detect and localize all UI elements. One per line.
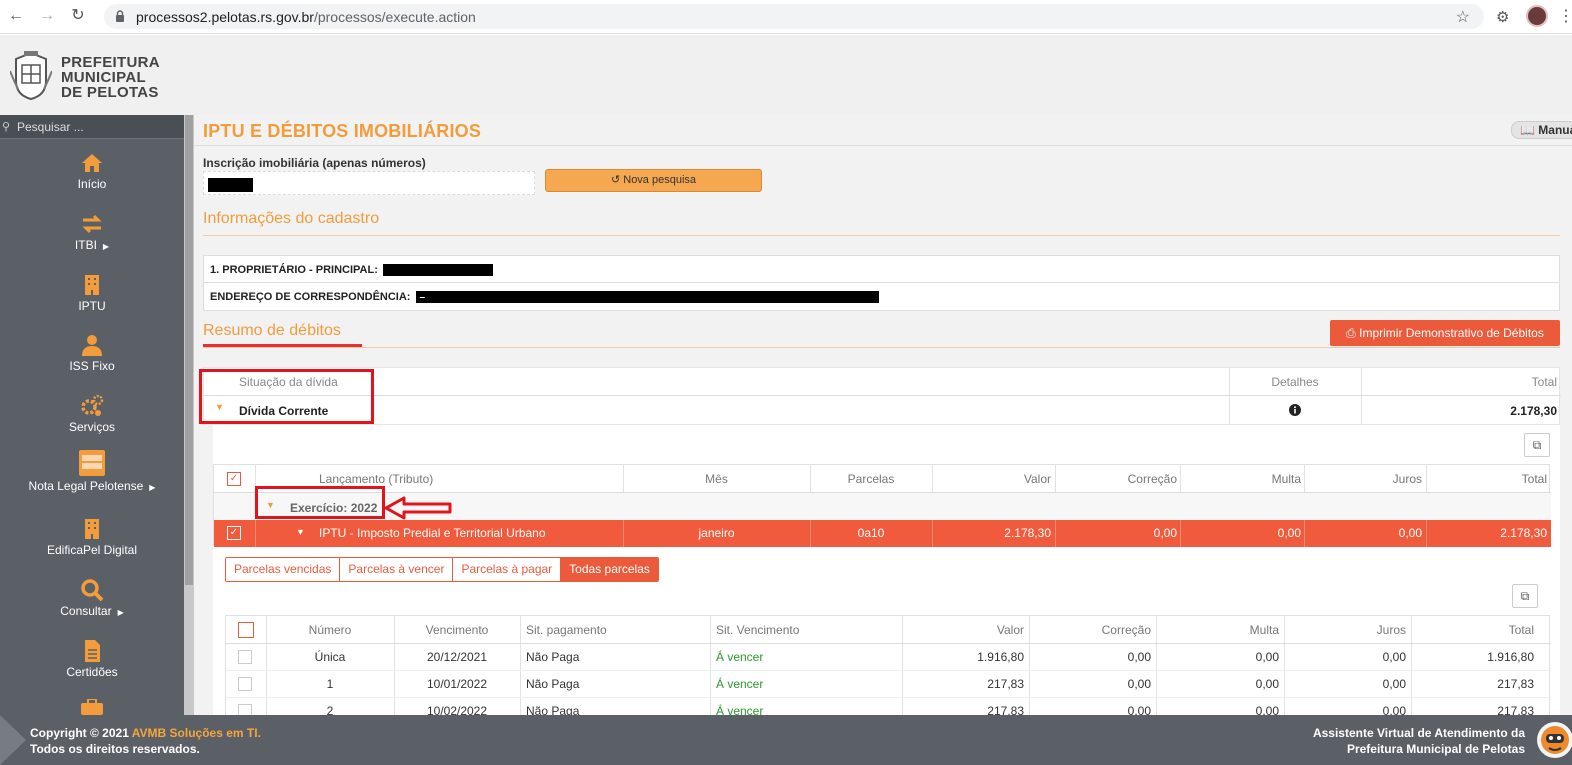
- search-icon: [81, 579, 104, 602]
- info-icon[interactable]: [1289, 404, 1301, 416]
- scrollbar-thumb[interactable]: [185, 115, 193, 585]
- parcelas-header: Número Vencimento Sit. pagamento Sit. Ve…: [226, 616, 1551, 644]
- extensions-puzzle-icon[interactable]: ⚙: [1496, 8, 1509, 26]
- annotation-box-situacao: [199, 369, 374, 424]
- search-icon: ⚲: [2, 121, 11, 133]
- table-row[interactable]: 1 10/01/2022 Não Paga Á vencer 217,83 0,…: [226, 671, 1551, 698]
- sidebar-item-certidoes[interactable]: Certidões: [0, 639, 184, 695]
- parcelas-table: Número Vencimento Sit. pagamento Sit. Ve…: [225, 615, 1551, 715]
- footer-copyright: Copyright © 2021 AVMB Soluções em TI. To…: [30, 726, 261, 756]
- sidebar-search[interactable]: ⚲ Pesquisar ...: [0, 115, 184, 139]
- printer-icon: ⎙: [1346, 326, 1356, 340]
- debitos-table: Situação da dívida Detalhes Total ▼ Dívi…: [203, 367, 1561, 425]
- footer-triangle: [0, 715, 26, 765]
- sidebar-scrollbar[interactable]: [184, 115, 194, 715]
- proprietario-row: 1. PROPRIETÁRIO - PRINCIPAL:: [204, 256, 1559, 283]
- tab-todas-parcelas[interactable]: Todas parcelas: [561, 558, 658, 581]
- row-checkbox[interactable]: ✓: [227, 526, 241, 540]
- document-icon: [85, 640, 100, 662]
- redacted-address: –: [415, 291, 879, 304]
- tab-parcelas-a-pagar[interactable]: Parcelas à pagar: [453, 558, 562, 581]
- row-checkbox[interactable]: [238, 650, 252, 664]
- search-input[interactable]: Pesquisar ...: [17, 120, 84, 134]
- nota-legal-icon: [79, 450, 105, 476]
- annotation-arrow-icon: [384, 496, 452, 520]
- virtual-assistant-bot-icon[interactable]: [1534, 718, 1572, 762]
- bookmark-star-icon[interactable]: ☆: [1456, 7, 1470, 27]
- row-checkbox[interactable]: [238, 677, 252, 691]
- caret-right-icon: ▶: [149, 483, 156, 492]
- company-link[interactable]: AVMB Soluções em TI.: [132, 726, 261, 740]
- redacted-value: [208, 178, 253, 192]
- annotation-box-exercicio: [255, 486, 385, 519]
- debitos-header: Situação da dívida Detalhes Total: [204, 368, 1561, 396]
- inscricao-label: Inscrição imobiliária (apenas números): [203, 156, 426, 170]
- print-debitos-button[interactable]: ⎙ Imprimir Demonstrativo de Débitos: [1330, 320, 1560, 346]
- divider: [203, 347, 1560, 348]
- profile-avatar[interactable]: [1526, 5, 1548, 27]
- building-icon: [85, 519, 99, 539]
- footer-assistant-text[interactable]: Assistente Virtual de Atendimento da Pre…: [1313, 725, 1525, 757]
- parcelas-tabs: Parcelas vencidas Parcelas à vencer Parc…: [225, 557, 659, 582]
- caret-right-icon: ▶: [117, 608, 124, 617]
- cadastro-table: 1. PROPRIETÁRIO - PRINCIPAL: ENDEREÇO DE…: [203, 255, 1560, 311]
- sidebar-item-nota-legal[interactable]: Nota Legal Pelotense ▶: [0, 449, 184, 505]
- endereco-row: ENDEREÇO DE CORRESPONDÊNCIA: –: [204, 283, 1559, 310]
- row-checkbox[interactable]: [238, 704, 252, 715]
- main-content: IPTU E DÉBITOS IMOBILIÁRIOS 📖 Manua Insc…: [194, 115, 1572, 715]
- lancamentos-header: ✓ Lançamento (Tributo) Mês Parcelas Valo…: [214, 465, 1551, 493]
- url-text: processos2.pelotas.rs.gov.br/processos/e…: [136, 9, 476, 25]
- sidebar-item-iptu[interactable]: IPTU: [0, 273, 184, 329]
- tab-parcelas-a-vencer[interactable]: Parcelas à vencer: [340, 558, 454, 581]
- refresh-icon: ↺: [610, 174, 621, 186]
- caret-right-icon: ▶: [102, 242, 110, 251]
- lancamento-row[interactable]: ✓ ▼ IPTU - Imposto Predial e Territorial…: [214, 520, 1551, 547]
- city-crest-icon: [10, 51, 52, 101]
- page-title: IPTU E DÉBITOS IMOBILIÁRIOS: [203, 121, 482, 141]
- sidebar-item-edificapel[interactable]: EdificaPel Digital: [0, 517, 184, 573]
- cadastro-section-title: Informações do cadastro: [203, 210, 380, 227]
- browser-toolbar: ← → ↻ processos2.pelotas.rs.gov.br/proce…: [0, 0, 1572, 34]
- caret-down-icon[interactable]: ▼: [296, 527, 305, 537]
- building-icon: [85, 275, 99, 295]
- briefcase-icon[interactable]: [80, 699, 104, 715]
- lock-icon: [116, 10, 124, 22]
- sidebar-item-iss-fixo[interactable]: ISS Fixo: [0, 333, 184, 389]
- sidebar-item-inicio[interactable]: Início: [0, 151, 184, 207]
- inscricao-input[interactable]: [203, 171, 535, 195]
- tab-parcelas-vencidas[interactable]: Parcelas vencidas: [226, 558, 341, 581]
- sidebar-item-consultar[interactable]: Consultar ▶: [0, 578, 184, 634]
- redacted-owner: [382, 264, 493, 277]
- sidebar-item-servicos[interactable]: Serviços: [0, 394, 184, 450]
- footer: Copyright © 2021 AVMB Soluções em TI. To…: [0, 715, 1572, 765]
- sidebar: ⚲ Pesquisar ... Início ITBI ▶ IPTU ISS Fi…: [0, 115, 184, 715]
- debito-row[interactable]: ▼ Dívida Corrente 2.178,30: [204, 396, 1561, 425]
- browser-menu-icon[interactable]: ⋮: [1558, 6, 1572, 26]
- copy-columns-button[interactable]: ⧉: [1512, 584, 1538, 608]
- table-row[interactable]: 2 10/02/2022 Não Paga Á vencer 217,83 0,…: [226, 698, 1551, 715]
- home-icon: [82, 154, 102, 172]
- back-arrow-icon[interactable]: ←: [6, 6, 26, 26]
- table-row[interactable]: Única 20/12/2021 Não Paga Á vencer 1.916…: [226, 644, 1551, 671]
- select-all-checkbox[interactable]: ✓: [227, 472, 241, 486]
- gears-icon: [81, 394, 104, 416]
- resumo-section-title: Resumo de débitos: [203, 322, 341, 339]
- brand-logo-text[interactable]: PREFEITURA MUNICIPAL DE PELOTAS: [61, 55, 160, 100]
- exchange-icon: [82, 214, 102, 234]
- forward-arrow-icon[interactable]: →: [37, 6, 57, 26]
- copy-columns-button[interactable]: ⧉: [1524, 433, 1550, 457]
- select-all-checkbox[interactable]: [238, 622, 254, 638]
- header-logo-area: PREFEITURA MUNICIPAL DE PELOTAS: [0, 35, 1572, 115]
- address-bar[interactable]: processos2.pelotas.rs.gov.br/processos/e…: [104, 4, 1484, 29]
- manual-button[interactable]: 📖 Manua: [1511, 121, 1572, 139]
- divider: [194, 145, 1572, 146]
- debito-detail-panel: ⧉ ✓ Lançamento (Tributo) Mês Parcelas Va…: [213, 425, 1560, 715]
- divider: [203, 235, 1560, 236]
- nova-pesquisa-button[interactable]: ↺ Nova pesquisa: [545, 169, 762, 192]
- reload-icon[interactable]: ↻: [68, 6, 88, 26]
- user-icon: [82, 335, 102, 356]
- sidebar-item-itbi[interactable]: ITBI ▶: [0, 212, 184, 268]
